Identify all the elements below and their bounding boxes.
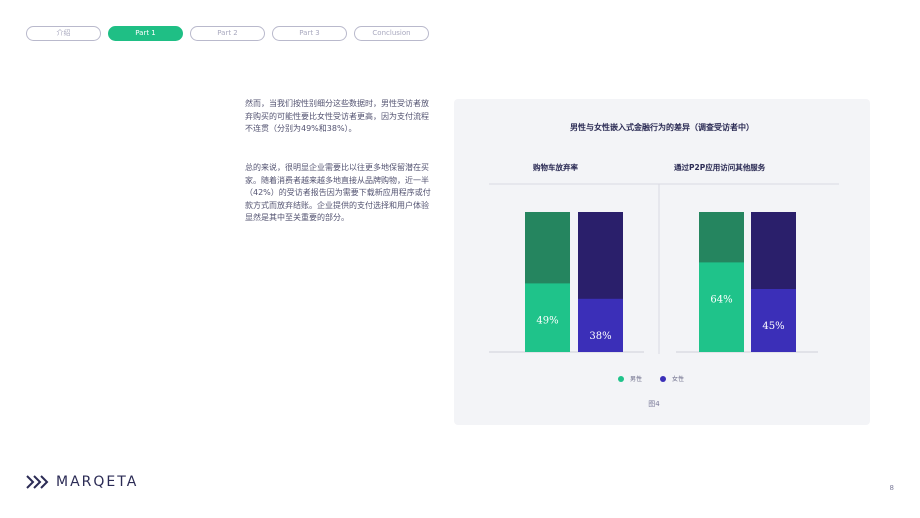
page-number: 8 xyxy=(889,484,894,492)
chart-legend: 男性 女性 xyxy=(618,374,684,383)
body-paragraph-2: 总的来说，很明显企业需要比以往更多地保留潜在买家。随着消费者越来越多地直接从品牌… xyxy=(245,163,431,222)
legend-item-male: 男性 xyxy=(618,374,642,383)
tab-conclusion[interactable]: Conclusion xyxy=(354,26,429,41)
data-label-male-group-2: 64% xyxy=(710,294,732,305)
bar-female-group-1 xyxy=(578,298,623,352)
figure-caption: 图4 xyxy=(648,400,660,408)
tab-part-2[interactable]: Part 2 xyxy=(190,26,265,41)
tab-part-1[interactable]: Part 1 xyxy=(108,26,183,41)
legend-item-female: 女性 xyxy=(660,374,684,383)
section-nav: 介绍 Part 1 Part 2 Part 3 Conclusion xyxy=(26,26,429,41)
chart-panel: 男性与女性嵌入式金融行为的差异（调查受访者中） 购物车放弃率 通过P2P应用访问… xyxy=(454,99,870,425)
data-label-female-group-2: 45% xyxy=(762,321,784,332)
legend-swatch-female xyxy=(660,375,667,382)
legend-swatch-male xyxy=(618,375,624,382)
data-label-male-group-1: 49% xyxy=(536,315,558,326)
body-paragraph-1: 然而，当我们按性别细分这些数据时，男性受访者放弃购买的可能性要比女性受访者更高，… xyxy=(245,99,429,133)
legend-label-male: 男性 xyxy=(630,376,643,383)
tab-intro[interactable]: 介绍 xyxy=(26,26,101,41)
logo-wordmark: MARQETA xyxy=(56,474,139,490)
marqeta-logo: MARQETA xyxy=(26,474,138,490)
bar-male-group-2 xyxy=(699,262,744,352)
legend-label-female: 女性 xyxy=(672,376,685,383)
tab-part-3[interactable]: Part 3 xyxy=(272,26,347,41)
marqeta-chevrons-icon xyxy=(26,475,49,489)
data-label-female-group-1: 38% xyxy=(589,331,611,342)
